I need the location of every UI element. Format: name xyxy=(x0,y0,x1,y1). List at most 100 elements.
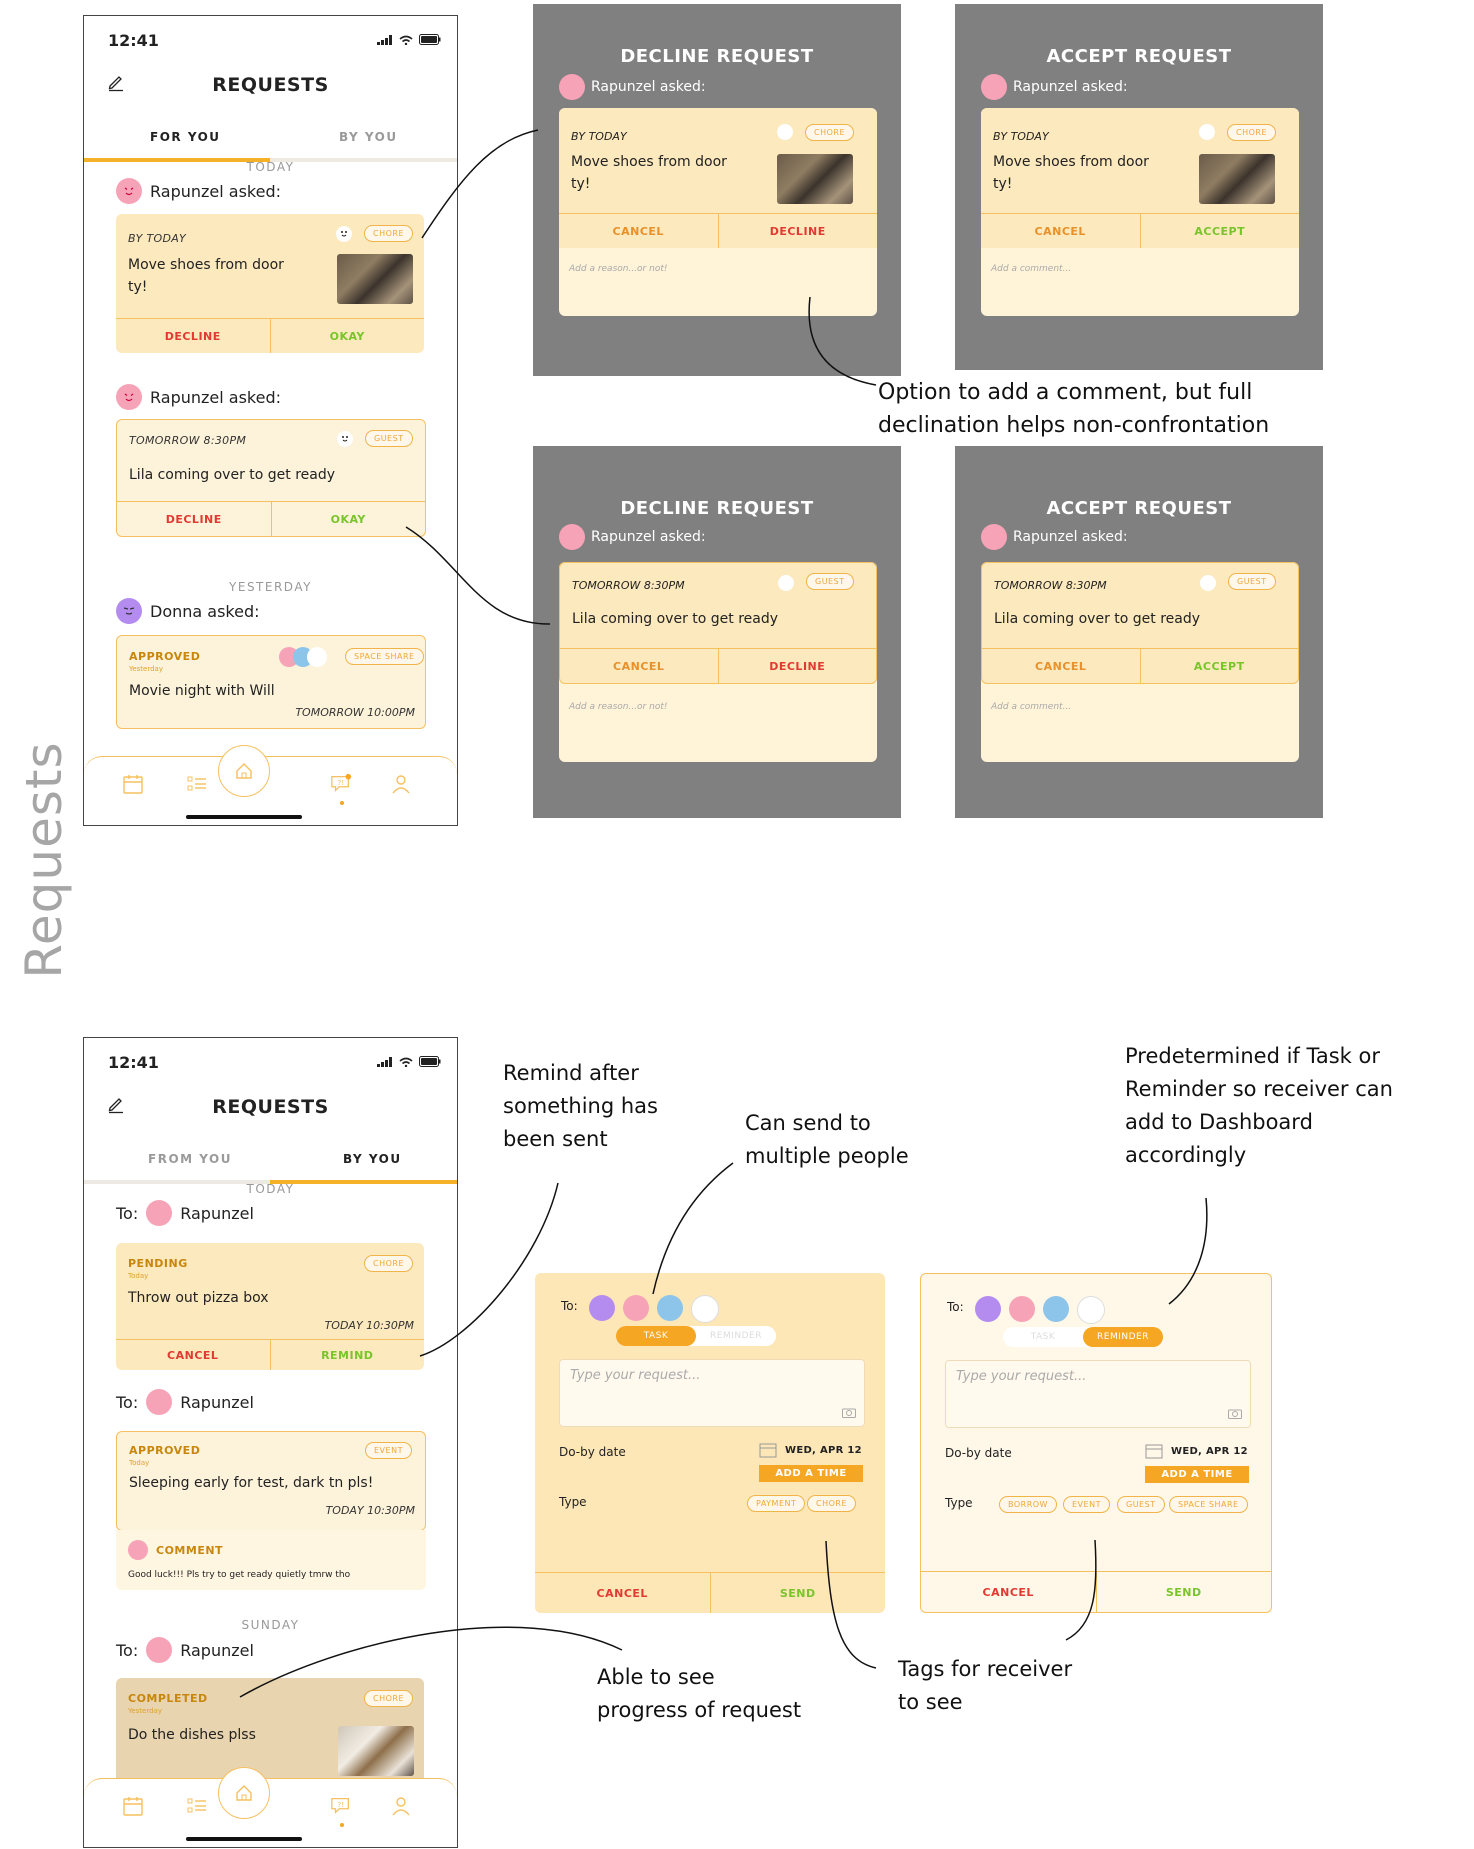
checklist-icon[interactable] xyxy=(186,1795,208,1817)
decline-button[interactable]: DECLINE xyxy=(717,649,877,683)
calendar-icon[interactable] xyxy=(122,773,144,795)
tab-by-you[interactable]: BY YOU xyxy=(339,130,398,144)
battery-icon xyxy=(419,34,441,45)
decline-button[interactable]: DECLINE xyxy=(117,502,271,536)
comment-input[interactable]: Add a comment... xyxy=(991,702,1071,712)
toggle-reminder[interactable]: REMINDER xyxy=(1083,1327,1163,1347)
request-when: TODAY 10:30PM xyxy=(325,1504,415,1517)
reason-input[interactable]: Add a reason...or not! xyxy=(569,264,667,274)
form-actions: CANCEL SEND xyxy=(921,1571,1271,1612)
cancel-button[interactable]: CANCEL xyxy=(116,1340,270,1370)
request-input[interactable]: Type your request... xyxy=(945,1360,1251,1428)
home-button[interactable] xyxy=(218,1767,270,1819)
camera-icon[interactable] xyxy=(1228,1408,1242,1419)
type-toggle[interactable]: TASK REMINDER xyxy=(616,1326,776,1346)
profile-icon[interactable] xyxy=(390,773,412,795)
tag-guest[interactable]: GUEST xyxy=(1117,1496,1165,1513)
cancel-button[interactable]: CANCEL xyxy=(921,1572,1096,1612)
send-button[interactable]: SEND xyxy=(1095,1572,1272,1612)
do-by-label: Do-by date xyxy=(559,1445,626,1459)
status-icons xyxy=(377,1056,441,1067)
tag-payment[interactable]: PAYMENT xyxy=(747,1495,806,1512)
camera-icon[interactable] xyxy=(842,1407,856,1418)
calendar-icon[interactable] xyxy=(122,1795,144,1817)
remind-button[interactable]: REMIND xyxy=(269,1340,425,1370)
calendar-icon[interactable] xyxy=(759,1441,777,1458)
checklist-icon[interactable] xyxy=(186,773,208,795)
recipient-avatar[interactable] xyxy=(691,1295,719,1323)
to-label: To: xyxy=(116,1640,139,1660)
do-by-date[interactable]: WED, APR 12 xyxy=(785,1445,862,1456)
wifi-icon xyxy=(399,1057,413,1067)
panel-title: ACCEPT REQUEST xyxy=(1046,46,1232,67)
tag-borrow[interactable]: BORROW xyxy=(999,1496,1057,1513)
type-label: Type xyxy=(559,1495,587,1509)
add-time-button[interactable]: ADD A TIME xyxy=(1145,1466,1249,1483)
asker-row: Rapunzel asked: xyxy=(981,74,1128,100)
requests-icon[interactable]: ?! xyxy=(330,1795,352,1817)
recipient-avatar[interactable] xyxy=(1043,1296,1069,1322)
request-card[interactable]: APPROVED Today EVENT Sleeping early for … xyxy=(116,1431,426,1531)
recipient-avatar[interactable] xyxy=(589,1295,615,1321)
accept-button[interactable]: ACCEPT xyxy=(1139,649,1299,683)
cancel-button[interactable]: CANCEL xyxy=(982,649,1140,683)
recipient-row: To: Rapunzel xyxy=(116,1200,254,1226)
decline-button[interactable]: DECLINE xyxy=(717,214,878,248)
recipient-avatar[interactable] xyxy=(1009,1296,1035,1322)
cancel-button[interactable]: CANCEL xyxy=(559,214,718,248)
recipient-avatar[interactable] xyxy=(975,1296,1001,1322)
mini-avatar xyxy=(307,647,327,667)
reason-input[interactable]: Add a reason...or not! xyxy=(569,702,667,712)
request-card[interactable]: TOMORROW 8:30PM GUEST Lila coming over t… xyxy=(116,419,426,537)
recipient-avatar[interactable] xyxy=(623,1295,649,1321)
toggle-reminder[interactable]: REMINDER xyxy=(696,1326,776,1346)
request-card[interactable]: BY TODAY CHORE Move shoes from door ty! … xyxy=(116,214,424,353)
send-button[interactable]: SEND xyxy=(709,1573,886,1613)
request-card[interactable]: PENDING Today CHORE Throw out pizza box … xyxy=(116,1243,424,1370)
accept-button[interactable]: ACCEPT xyxy=(1139,214,1300,248)
asker-row: Rapunzel asked: xyxy=(559,74,706,100)
type-label: Type xyxy=(945,1496,973,1510)
home-icon xyxy=(236,1785,252,1801)
decline-button[interactable]: DECLINE xyxy=(116,319,270,353)
profile-icon[interactable] xyxy=(390,1795,412,1817)
request-title: Sleeping early for test, dark tn pls! xyxy=(129,1475,374,1491)
type-toggle[interactable]: TASK REMINDER xyxy=(1003,1327,1163,1347)
add-time-button[interactable]: ADD A TIME xyxy=(759,1465,863,1482)
status-label: PENDING xyxy=(128,1257,188,1270)
request-card[interactable]: APPROVED Yesterday SPACE SHARE Movie nig… xyxy=(116,635,426,729)
annotation-line: been sent xyxy=(503,1127,608,1151)
okay-button[interactable]: OKAY xyxy=(269,319,425,353)
cancel-button[interactable]: CANCEL xyxy=(560,649,718,683)
tag-event[interactable]: EVENT xyxy=(1063,1496,1110,1513)
request-card[interactable]: COMPLETED Yesterday CHORE Do the dishes … xyxy=(116,1678,424,1788)
tab-from-you[interactable]: FROM YOU xyxy=(148,1152,232,1166)
comment-input[interactable]: Add a comment... xyxy=(991,264,1071,274)
tag-space-share[interactable]: SPACE SHARE xyxy=(1169,1496,1248,1513)
to-label: To: xyxy=(947,1300,964,1314)
okay-button[interactable]: OKAY xyxy=(270,502,426,536)
recipient-avatar[interactable] xyxy=(1077,1296,1105,1324)
annotation-tags: Tags for receiver to see xyxy=(898,1653,1072,1719)
cancel-button[interactable]: CANCEL xyxy=(981,214,1140,248)
request-modal: TOMORROW 8:30PM GUEST Lila coming over t… xyxy=(559,562,877,762)
home-button[interactable] xyxy=(218,745,270,797)
requests-icon[interactable]: ?! xyxy=(330,773,352,795)
calendar-icon[interactable] xyxy=(1145,1442,1163,1459)
request-title-line2: ty! xyxy=(993,176,1013,192)
status-label: COMPLETED xyxy=(128,1692,208,1705)
request-input[interactable]: Type your request... xyxy=(559,1359,865,1427)
tab-for-you[interactable]: FOR YOU xyxy=(150,130,221,144)
tag-chore[interactable]: CHORE xyxy=(807,1495,857,1512)
toggle-task[interactable]: TASK xyxy=(1003,1327,1083,1347)
do-by-date[interactable]: WED, APR 12 xyxy=(1171,1446,1248,1457)
annotation-line: Option to add a comment, but full xyxy=(878,380,1253,405)
tab-by-you[interactable]: BY YOU xyxy=(343,1152,402,1166)
cancel-button[interactable]: CANCEL xyxy=(535,1573,710,1613)
svg-text:?!: ?! xyxy=(337,778,344,787)
due-label: TOMORROW 8:30PM xyxy=(572,579,685,592)
toggle-task[interactable]: TASK xyxy=(616,1326,696,1346)
request-card: BY TODAY CHORE Move shoes from door ty! … xyxy=(559,108,877,248)
face-icon xyxy=(124,393,134,402)
recipient-avatar[interactable] xyxy=(657,1295,683,1321)
